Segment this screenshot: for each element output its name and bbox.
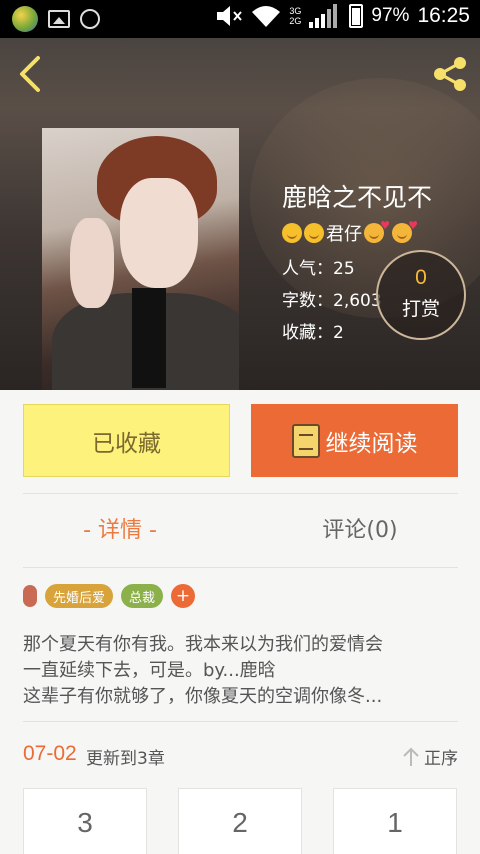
word-count-stat: 字数：2,603 bbox=[282, 291, 382, 311]
tab-comments[interactable]: 评论(0) bbox=[240, 512, 480, 544]
continue-reading-button[interactable]: 继续阅读 bbox=[251, 404, 458, 477]
network-labels: 3G 2G bbox=[289, 6, 301, 26]
description-line: 一直延续下去，可是。by...鹿晗 bbox=[23, 660, 276, 681]
book-description[interactable]: 那个夏天有你有我。我本来以为我们的爱情会 一直延续下去，可是。by...鹿晗 这… bbox=[23, 632, 463, 710]
tab-details[interactable]: - 详情 - bbox=[0, 512, 240, 544]
cover-hand bbox=[70, 218, 114, 308]
book-icon bbox=[291, 423, 320, 458]
cover-face bbox=[120, 178, 198, 288]
share-icon[interactable] bbox=[430, 54, 470, 94]
author-name: 君仔 bbox=[326, 224, 362, 245]
reward-button[interactable]: 0 打赏 bbox=[376, 250, 466, 340]
tag-list: 先婚后爱 总裁 + bbox=[23, 584, 196, 608]
add-tag-button[interactable]: + bbox=[171, 584, 196, 608]
sort-label: 正序 bbox=[424, 749, 458, 769]
favorited-label: 已收藏 bbox=[92, 430, 161, 457]
popularity-stat: 人气：25 bbox=[282, 259, 355, 279]
description-line: 那个夏天有你有我。我本来以为我们的爱情会 bbox=[23, 634, 383, 655]
chapter-item[interactable]: 3 bbox=[23, 788, 147, 854]
kiss-emoji-icon bbox=[364, 219, 390, 243]
sort-button[interactable]: 正序 bbox=[402, 744, 458, 769]
chapter-item[interactable]: 1 bbox=[333, 788, 457, 854]
update-text: 更新到3章 bbox=[86, 749, 165, 769]
continue-reading-label: 继续阅读 bbox=[325, 430, 418, 457]
network-3g-label: 3G bbox=[289, 6, 302, 16]
kiss-emoji-icon bbox=[392, 219, 418, 243]
image-notification-icon bbox=[48, 10, 70, 28]
chapter-grid: 3 2 1 bbox=[23, 788, 457, 854]
smile-emoji-icon bbox=[282, 223, 302, 243]
book-title: 鹿晗之不见不 bbox=[282, 183, 433, 212]
favorited-button[interactable]: 已收藏 bbox=[23, 404, 230, 477]
update-date: 07-02 bbox=[23, 742, 77, 765]
cover-shirt bbox=[132, 288, 166, 388]
divider bbox=[23, 721, 458, 722]
battery-icon bbox=[349, 4, 364, 28]
book-cover-image[interactable] bbox=[42, 128, 239, 390]
tag-item[interactable]: 总裁 bbox=[121, 584, 164, 608]
smile-emoji-icon bbox=[304, 223, 324, 243]
divider bbox=[23, 567, 458, 568]
status-bar: 3G 2G 97% 16:25 bbox=[0, 0, 480, 38]
wifi-icon bbox=[252, 6, 281, 27]
network-2g-label: 2G bbox=[289, 16, 302, 26]
book-header: 鹿晗之不见不 君仔 人气：25 字数：2,603 收藏：2 0 打赏 bbox=[0, 38, 480, 390]
reward-label: 打赏 bbox=[401, 298, 440, 320]
clock: 16:25 bbox=[417, 4, 470, 27]
mute-icon bbox=[217, 6, 243, 26]
divider bbox=[23, 493, 458, 494]
tag-marker bbox=[23, 585, 37, 607]
book-author[interactable]: 君仔 bbox=[282, 219, 418, 246]
arrow-up-icon bbox=[403, 747, 419, 766]
tag-item[interactable]: 先婚后爱 bbox=[45, 584, 114, 608]
battery-percent: 97% bbox=[371, 5, 410, 26]
app-notification-icon bbox=[12, 6, 38, 32]
reward-count: 0 bbox=[415, 266, 427, 289]
favorites-stat: 收藏：2 bbox=[282, 323, 344, 343]
chapter-item[interactable]: 2 bbox=[178, 788, 302, 854]
back-icon[interactable] bbox=[14, 54, 48, 94]
signal-icon bbox=[309, 4, 338, 28]
description-line: 这辈子有你就够了，你像夏天的空调你像冬... bbox=[23, 686, 383, 707]
search-notification-icon bbox=[80, 9, 100, 29]
